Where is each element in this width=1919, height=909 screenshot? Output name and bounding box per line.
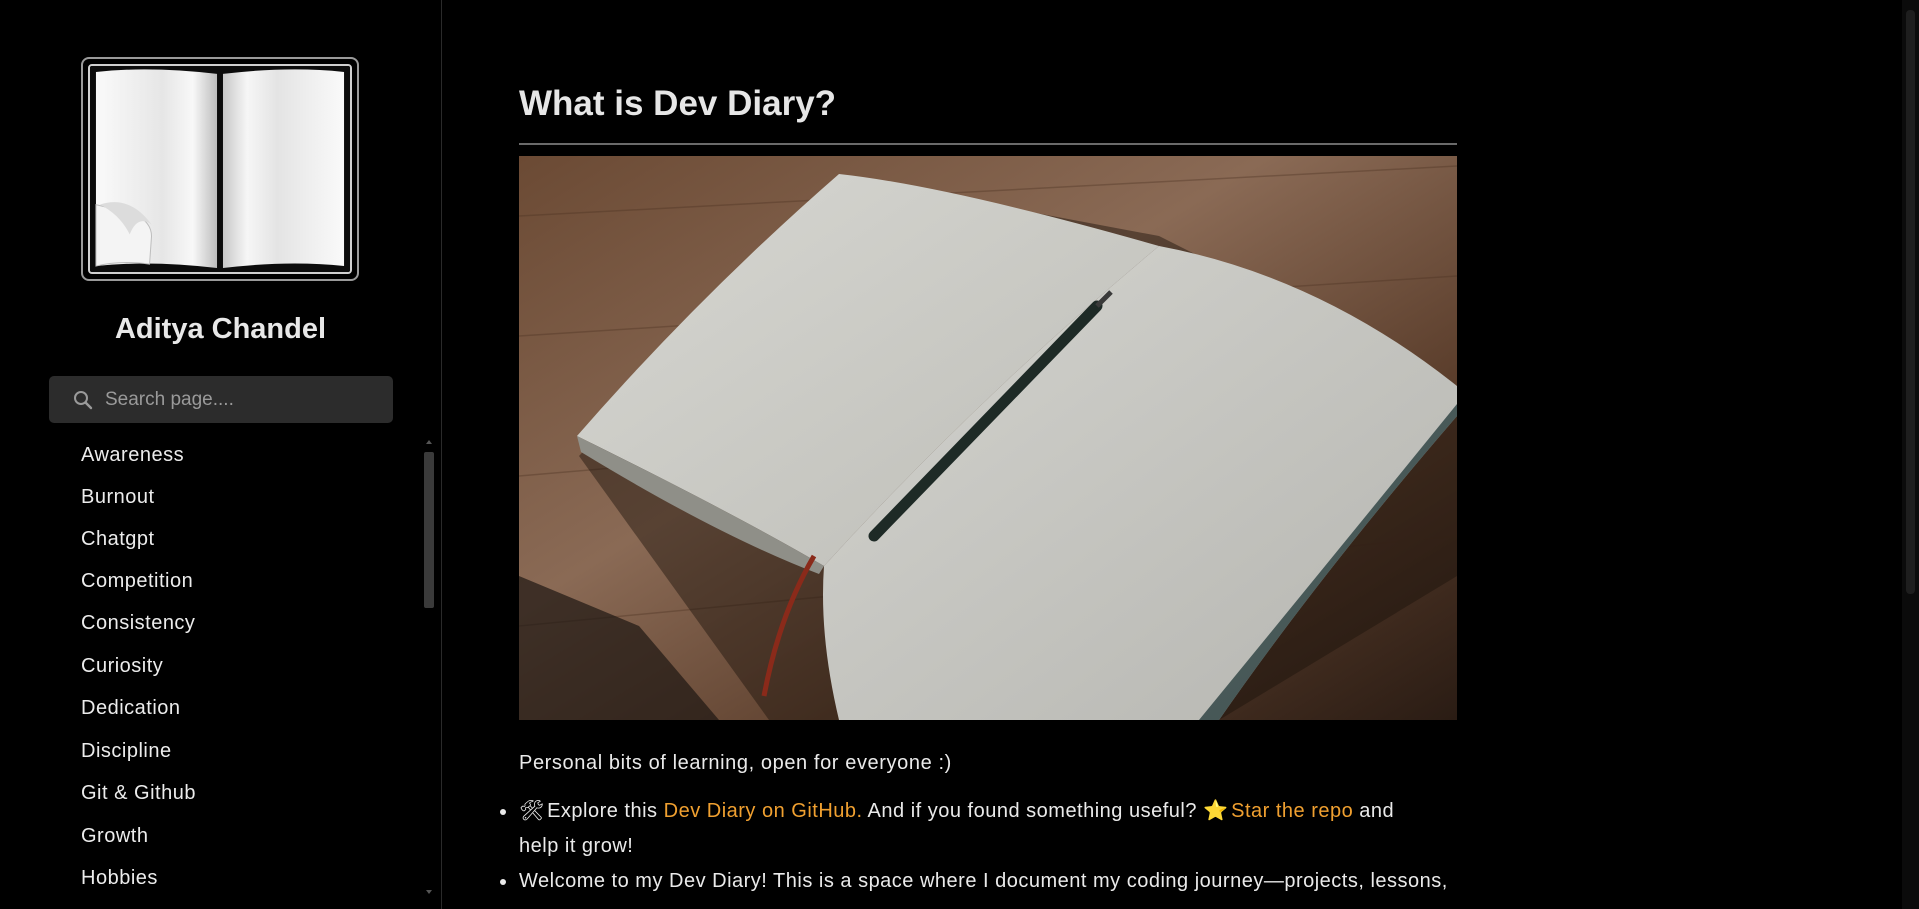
hero-notebook-image <box>519 156 1457 720</box>
and-text: and <box>1359 800 1395 822</box>
sidebar-item-git-github[interactable]: Git & Github <box>81 782 196 805</box>
sidebar-item-competition[interactable]: Competition <box>81 570 193 593</box>
page-scrollbar[interactable] <box>1902 0 1919 909</box>
sidebar-item-hobbies[interactable]: Hobbies <box>81 867 158 890</box>
sidebar: Aditya Chandel Awareness Burnout Chatgpt… <box>0 0 442 909</box>
open-book-image <box>88 64 352 274</box>
page-title: What is Dev Diary? <box>519 84 837 123</box>
site-logo[interactable] <box>81 57 359 281</box>
page-scroll-thumb[interactable] <box>1906 10 1915 594</box>
sidebar-item-chatgpt[interactable]: Chatgpt <box>81 528 155 551</box>
sidebar-item-consistency[interactable]: Consistency <box>81 612 195 635</box>
main-content: What is Dev Diary? Personal bits of lear… <box>442 0 1902 909</box>
explore-text: Explore this <box>547 800 658 822</box>
author-name: Aditya Chandel <box>114 313 327 345</box>
list-item: 🛠 Explore this Dev Diary on GitHub. And … <box>500 794 1529 864</box>
scroll-up-arrow-icon[interactable] <box>426 440 432 444</box>
tagline: Personal bits of learning, open for ever… <box>519 752 952 774</box>
sidebar-item-discipline[interactable]: Discipline <box>81 740 172 763</box>
sidebar-item-burnout[interactable]: Burnout <box>81 486 155 509</box>
sidebar-item-curiosity[interactable]: Curiosity <box>81 655 163 678</box>
help-grow-text: help it grow! <box>519 835 634 857</box>
useful-question-text: And if you found something useful? <box>867 800 1197 822</box>
intro-list: 🛠 Explore this Dev Diary on GitHub. And … <box>500 794 1529 899</box>
sidebar-nav: Awareness Burnout Chatgpt Competition Co… <box>0 438 420 909</box>
sidebar-item-dedication[interactable]: Dedication <box>81 697 181 720</box>
search-box[interactable] <box>49 376 393 423</box>
sidebar-item-growth[interactable]: Growth <box>81 825 148 848</box>
star-icon: ⭐ <box>1203 800 1229 822</box>
sidebar-item-awareness[interactable]: Awareness <box>81 444 184 467</box>
sidebar-scrollbar[interactable] <box>424 440 434 909</box>
title-divider <box>519 143 1457 145</box>
star-repo-link[interactable]: Star the repo <box>1231 800 1353 822</box>
sidebar-scroll-thumb[interactable] <box>424 452 434 608</box>
list-item: Welcome to my Dev Diary! This is a space… <box>500 864 1529 899</box>
welcome-text: Welcome to my Dev Diary! This is a space… <box>519 870 1448 892</box>
search-icon <box>73 390 93 410</box>
scroll-down-arrow-icon[interactable] <box>426 890 432 894</box>
tools-icon: 🛠 <box>519 800 545 822</box>
dev-diary-github-link[interactable]: Dev Diary on GitHub. <box>664 800 863 822</box>
search-input[interactable] <box>105 376 385 423</box>
